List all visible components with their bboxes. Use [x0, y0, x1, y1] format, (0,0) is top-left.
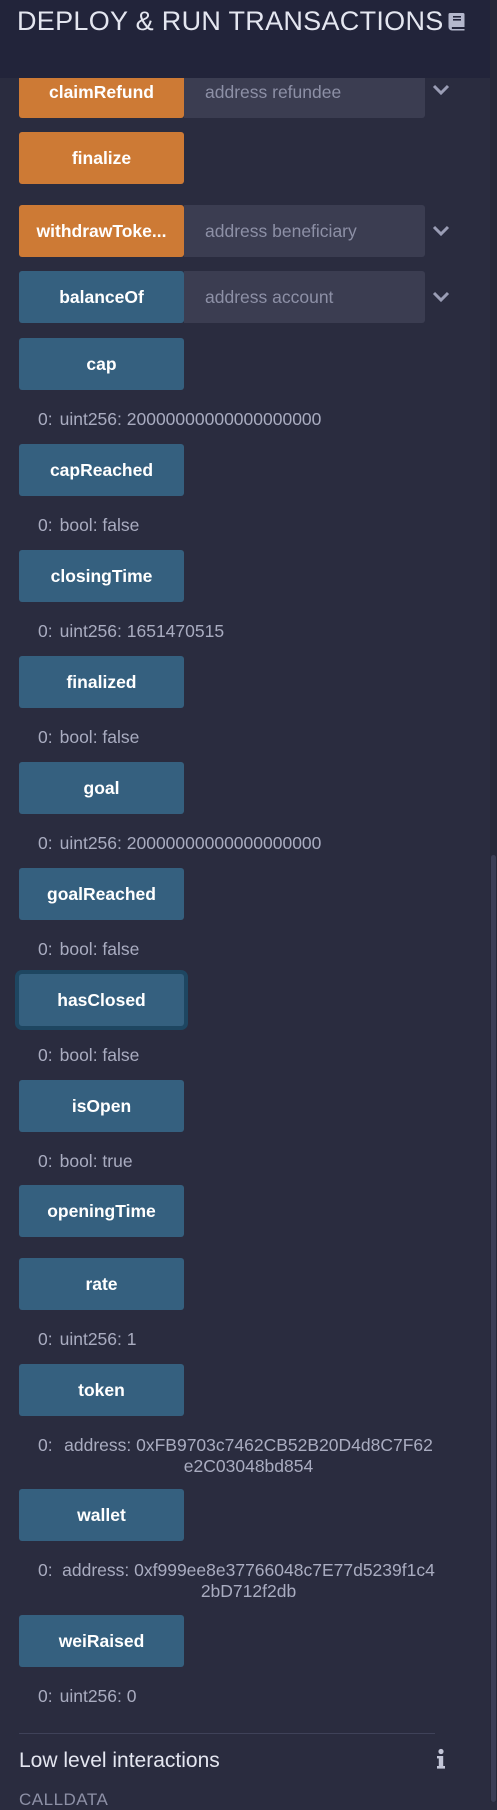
beneficiary-input[interactable] [184, 205, 425, 257]
info-icon[interactable] [436, 1748, 446, 1772]
book-icon[interactable] [447, 11, 467, 31]
hasclosed-button[interactable]: hasClosed [19, 974, 184, 1026]
panel-header: DEPLOY & RUN TRANSACTIONS [0, 0, 497, 78]
capreached-button[interactable]: capReached [19, 444, 184, 496]
chevron-down-icon[interactable] [431, 224, 451, 238]
token-button[interactable]: token [19, 1364, 184, 1416]
weiraised-result: 0: uint256: 0 [38, 1686, 137, 1706]
closingtime-result: 0: uint256: 1651470515 [38, 621, 225, 641]
balanceof-button[interactable]: balanceOf [19, 271, 184, 323]
function-list: claimRefund finalize withdrawToke... bal… [0, 0, 470, 1809]
finalize-button[interactable]: finalize [19, 132, 184, 184]
section-divider [19, 1733, 435, 1734]
goalreached-result: 0: bool: false [38, 939, 140, 959]
rate-button[interactable]: rate [19, 1258, 184, 1310]
withdrawtokens-button[interactable]: withdrawToke... [19, 205, 184, 257]
chevron-down-icon[interactable] [431, 83, 451, 97]
goalreached-button[interactable]: goalReached [19, 868, 184, 920]
rate-result: 0: uint256: 1 [38, 1329, 137, 1349]
hasclosed-result: 0: bool: false [38, 1045, 140, 1065]
goal-result: 0: uint256: 20000000000000000000 [38, 833, 322, 853]
cap-button[interactable]: cap [19, 338, 184, 390]
calldata-label: CALLDATA [19, 1790, 109, 1809]
wallet-button[interactable]: wallet [19, 1489, 184, 1541]
panel-title: DEPLOY & RUN TRANSACTIONS [17, 6, 444, 36]
closingtime-button[interactable]: closingTime [19, 550, 184, 602]
openingtime-button[interactable]: openingTime [19, 1185, 184, 1237]
chevron-down-icon[interactable] [431, 290, 451, 304]
isopen-button[interactable]: isOpen [19, 1080, 184, 1132]
isopen-result: 0: bool: true [38, 1151, 133, 1171]
account-input[interactable] [184, 271, 425, 323]
cap-result: 0: uint256: 20000000000000000000 [38, 409, 322, 429]
goal-button[interactable]: goal [19, 762, 184, 814]
finalized-button[interactable]: finalized [19, 656, 184, 708]
finalized-result: 0: bool: false [38, 727, 140, 747]
capreached-result: 0: bool: false [38, 515, 140, 535]
scrollbar-thumb[interactable] [491, 855, 496, 1802]
low-level-interactions-title: Low level interactions [19, 1749, 220, 1772]
weiraised-button[interactable]: weiRaised [19, 1615, 184, 1667]
